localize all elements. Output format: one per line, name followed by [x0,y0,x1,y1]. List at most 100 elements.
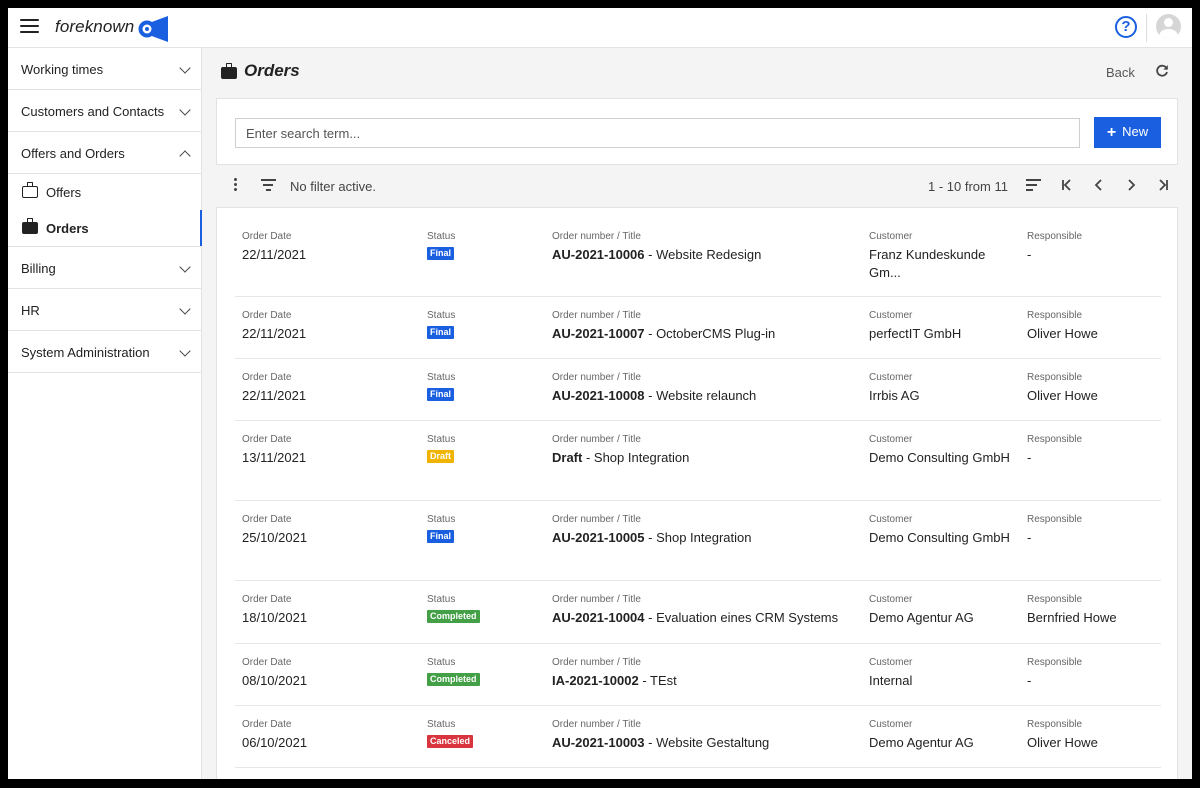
column-caption: Order Date [242,310,292,321]
sidebar-section-system-administration[interactable]: System Administration [8,331,201,373]
order-date: 25/10/2021 [242,530,308,545]
column-caption: Order number / Title [552,719,641,730]
table-row[interactable]: Order Date 22/11/2021 Status Final Order n… [235,297,1161,359]
next-page-icon[interactable] [1123,177,1139,193]
top-bar: foreknown ? [8,8,1192,48]
responsible-name: - [1027,450,1032,465]
sidebar-section-billing[interactable]: Billing [8,247,201,289]
responsible-name: Oliver Howe [1027,326,1098,341]
chevron-down-icon [179,62,191,74]
sidebar-item-label: Offers [46,185,82,200]
more-vertical-icon[interactable] [234,178,238,192]
customer-name: Irrbis AG [869,388,920,403]
table-row[interactable]: Order Date 25/10/2021 Status Final Order n… [235,501,1161,581]
sort-icon[interactable] [1026,179,1041,191]
column-caption: Responsible [1027,657,1083,668]
plus-icon: + [1106,123,1117,141]
order-date: 18/10/2021 [242,610,308,625]
back-button[interactable]: Back [1106,65,1135,80]
search-input[interactable] [235,118,1080,148]
order-date: 22/11/2021 [242,388,307,403]
chevron-down-icon [179,261,191,273]
search-panel: + New [216,98,1178,165]
responsible-name: Oliver Howe [1027,735,1098,750]
chevron-down-icon [179,345,191,357]
column-caption: Customer [869,231,913,242]
sidebar-section-label: Offers and Orders [21,146,125,161]
sidebar: Working times Customers and Contacts Off… [8,48,202,779]
column-caption: Customer [869,594,913,605]
order-date: 08/10/2021 [242,673,308,688]
column-caption: Customer [869,434,913,445]
main-content: Orders Back + New No filter active. 1 - 1… [202,48,1192,779]
column-caption: Status [427,310,456,321]
column-caption: Order number / Title [552,514,641,525]
first-page-icon[interactable] [1059,177,1075,193]
sidebar-section-label: Customers and Contacts [21,104,165,119]
customer-name: perfectIT GmbH [869,326,962,341]
sidebar-subitems: Offers Orders [8,174,202,247]
responsible-name: - [1027,530,1032,545]
table-row[interactable]: Order Date 06/10/2021 Status Canceled Orde… [235,706,1161,768]
avatar[interactable] [1156,14,1181,39]
column-caption: Status [427,372,456,383]
refresh-icon[interactable] [1155,64,1169,78]
sidebar-section-label: Working times [21,62,104,77]
order-title: - Website Gestaltung [644,735,770,750]
briefcase-outline-icon [22,182,38,198]
status-badge: Draft [427,450,455,463]
sidebar-section-hr[interactable]: HR [8,289,201,331]
table-row[interactable]: Order Date 08/10/2021 Status Completed Ord… [235,644,1161,706]
column-caption: Order number / Title [552,310,641,321]
column-caption: Status [427,231,456,242]
column-caption: Responsible [1027,594,1083,605]
status-badge: Final [427,326,455,339]
filter-status: No filter active. [290,179,376,194]
prev-page-icon[interactable] [1091,177,1107,193]
new-button-label: New [1122,123,1149,139]
status-badge: Completed [427,673,480,686]
order-date: 06/10/2021 [242,735,308,750]
sidebar-section-offers-orders[interactable]: Offers and Orders [8,132,201,174]
responsible-name: Bernfried Howe [1027,610,1117,625]
last-page-icon[interactable] [1155,177,1171,193]
orders-list: Order Date 22/11/2021 Status Final Order n… [216,207,1178,779]
column-caption: Responsible [1027,310,1083,321]
column-caption: Order Date [242,514,292,525]
help-icon[interactable]: ? [1115,16,1137,38]
sidebar-section-working-times[interactable]: Working times [8,48,201,90]
briefcase-icon [221,63,237,79]
chevron-up-icon [179,150,191,162]
column-caption: Status [427,594,456,605]
table-row[interactable]: Order Date 18/10/2021 Status Completed Ord… [235,581,1161,644]
column-caption: Customer [869,310,913,321]
menu-icon[interactable] [20,19,39,35]
sidebar-section-label: HR [21,303,40,318]
order-title: - Evaluation eines CRM Systems [644,610,839,625]
filter-icon[interactable] [260,179,276,191]
order-number: IA-2021-10002 [552,673,639,688]
sidebar-item-orders[interactable]: Orders [8,210,202,246]
column-caption: Responsible [1027,434,1083,445]
status-badge: Final [427,247,455,260]
table-row[interactable]: Order Date 22/11/2021 Status Final Order n… [235,359,1161,421]
sidebar-item-label: Orders [46,221,89,236]
sidebar-item-offers[interactable]: Offers [8,174,201,210]
column-caption: Status [427,719,456,730]
column-caption: Responsible [1027,231,1083,242]
app-window: foreknown ? Working times Customers and … [8,8,1192,779]
customer-name: Demo Agentur AG [869,735,974,750]
customer-name: Franz Kundeskunde Gm... [869,247,986,280]
page-header: Orders Back [202,48,1192,98]
table-row[interactable]: Order Date 22/11/2021 Status Final Order n… [235,218,1161,297]
sidebar-section-customers-contacts[interactable]: Customers and Contacts [8,90,201,132]
responsible-name: - [1027,247,1032,262]
table-row[interactable]: Order Date 13/11/2021 Status Draft Order n… [235,421,1161,501]
customer-name: Demo Consulting GmbH [869,530,1010,545]
column-caption: Order number / Title [552,372,641,383]
sidebar-section-label: System Administration [21,345,150,360]
column-caption: Status [427,657,456,668]
column-caption: Order Date [242,231,292,242]
new-order-button[interactable]: + New [1094,117,1161,148]
status-badge: Canceled [427,735,474,748]
